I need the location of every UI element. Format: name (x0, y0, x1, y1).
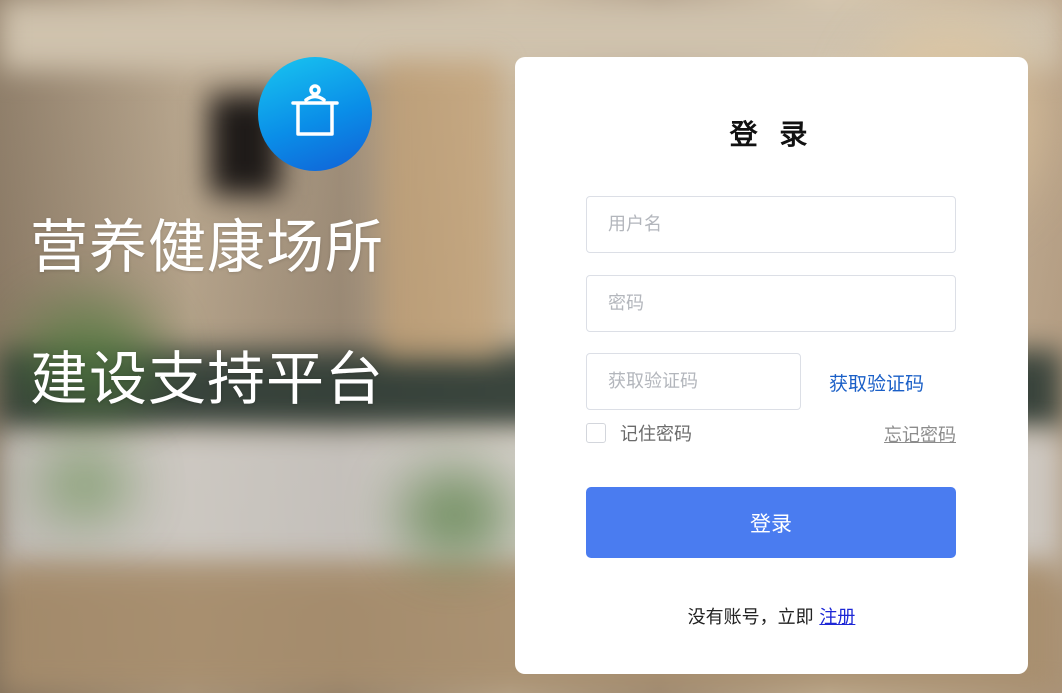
logo (258, 57, 372, 171)
register-row: 没有账号，立即 注册 (515, 603, 1028, 629)
no-account-text: 没有账号，立即 (687, 607, 820, 628)
register-link[interactable]: 注册 (819, 607, 855, 628)
slogan-line-2: 建设支持平台 (30, 345, 385, 413)
verification-code-input[interactable] (586, 353, 801, 410)
slogan-line-1: 营养健康场所 (30, 213, 385, 281)
login-title: 登 录 (729, 118, 814, 151)
password-input[interactable] (586, 275, 956, 332)
remember-password[interactable]: 记住密码 (586, 420, 692, 446)
forgot-password-link[interactable]: 忘记密码 (884, 421, 956, 447)
username-input[interactable] (586, 196, 956, 253)
login-button[interactable]: 登录 (586, 487, 956, 558)
login-card: 登 录 获取验证码 记住密码 忘记密码 登录 没有账号，立即 注册 (515, 57, 1028, 674)
remember-checkbox[interactable] (586, 423, 606, 443)
remember-label: 记住密码 (620, 424, 692, 445)
get-code-link[interactable]: 获取验证码 (829, 369, 924, 396)
cooking-pot-icon (289, 84, 341, 144)
